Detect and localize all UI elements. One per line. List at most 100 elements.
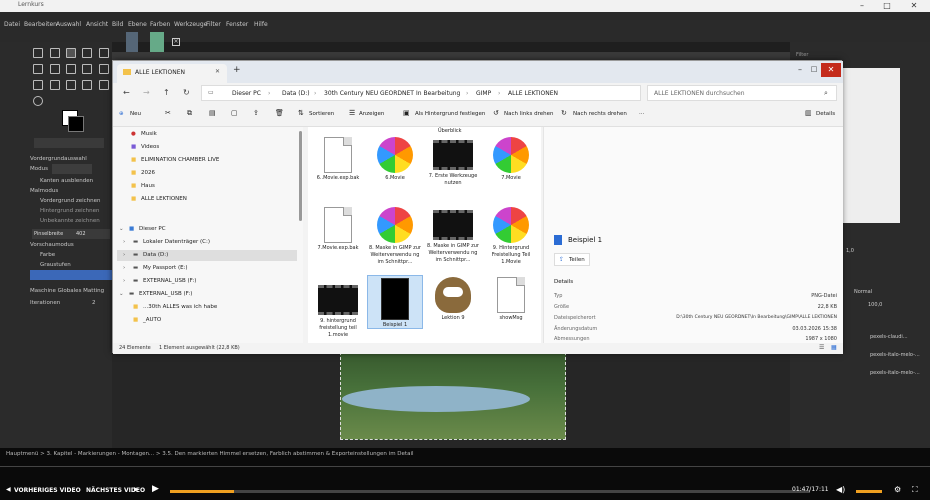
file-item[interactable]: 8. Maske in GIMP zur Weiterverwendu ng i… bbox=[367, 207, 423, 266]
rename-icon[interactable]: ▢ bbox=[231, 109, 238, 117]
warp-tool-icon[interactable] bbox=[66, 64, 76, 74]
nav-item[interactable]: EXTERNAL_USB (F:) bbox=[139, 291, 192, 297]
layer-row[interactable]: pexels-claudi... bbox=[842, 330, 930, 344]
chevron-down-icon[interactable]: ⌄ bbox=[119, 226, 124, 232]
volume-slider[interactable] bbox=[856, 490, 882, 493]
search-field[interactable]: ALLE LEKTIONEN durchsuchen ⌕ bbox=[647, 85, 837, 101]
nav-item[interactable]: Lokaler Datenträger (C:) bbox=[143, 239, 210, 245]
image-tab-thumb[interactable] bbox=[150, 32, 164, 52]
progress-track[interactable] bbox=[170, 490, 810, 493]
layer-row[interactable]: pexels-italo-melo-... bbox=[842, 366, 930, 380]
preview-color-radio[interactable]: Farbe bbox=[40, 252, 55, 258]
draw-foreground-radio[interactable]: Vordergrund zeichnen bbox=[40, 198, 101, 204]
file-item-selected[interactable]: Beispiel 1 bbox=[367, 275, 423, 329]
breadcrumb-item[interactable]: 30th Century NEU GEORDNET bbox=[324, 90, 414, 97]
sort-button[interactable]: Sortieren bbox=[309, 111, 334, 117]
share-button[interactable]: ⇪ Teilen bbox=[554, 253, 590, 266]
chevron-right-icon[interactable]: › bbox=[123, 252, 125, 258]
nav-item[interactable]: Videos bbox=[141, 144, 159, 150]
up-icon[interactable]: ↑ bbox=[163, 88, 170, 97]
engine-select[interactable]: Maschine Globales Matting bbox=[30, 288, 104, 294]
details-button[interactable]: Details bbox=[816, 111, 835, 117]
rect-select-icon[interactable] bbox=[66, 48, 76, 58]
nav-item[interactable]: ELIMINATION CHAMBER LIVE bbox=[141, 157, 219, 163]
iterations-value[interactable]: 2 bbox=[92, 300, 96, 306]
draw-unknown-radio[interactable]: Unbekannte zeichnen bbox=[40, 218, 100, 224]
image-tab-thumb[interactable] bbox=[126, 32, 138, 52]
path-tool-icon[interactable] bbox=[82, 80, 92, 90]
new-tab-button[interactable]: + bbox=[233, 65, 241, 75]
menu-layer[interactable]: Ebene bbox=[128, 21, 147, 28]
more-options-button[interactable]: ··· bbox=[639, 111, 644, 117]
draw-background-radio[interactable]: Hintergrund zeichnen bbox=[40, 208, 99, 214]
menu-windows[interactable]: Fenster bbox=[226, 21, 248, 28]
chevron-right-icon[interactable]: › bbox=[123, 278, 125, 284]
breadcrumb-item[interactable]: In Bearbeitung bbox=[416, 90, 460, 97]
free-select-icon[interactable] bbox=[82, 48, 92, 58]
tile-view-icon[interactable]: ▦ bbox=[831, 344, 837, 351]
menu-filters[interactable]: Filter bbox=[206, 21, 221, 28]
chevron-right-icon[interactable]: › bbox=[123, 265, 125, 271]
breadcrumb-item[interactable]: Dieser PC bbox=[232, 90, 261, 97]
nav-scrollbar[interactable] bbox=[299, 131, 302, 221]
paste-icon[interactable]: ▤ bbox=[209, 109, 216, 117]
nav-item[interactable]: Musik bbox=[141, 131, 157, 137]
close-button[interactable]: ✕ bbox=[900, 0, 928, 12]
nav-item[interactable]: Dieser PC bbox=[139, 226, 166, 232]
previous-video-button[interactable]: VORHERIGES VIDEO bbox=[14, 487, 81, 494]
file-item[interactable]: 9. Hintergrund Freistellung Teil 1.Movie bbox=[483, 207, 539, 266]
menu-tools[interactable]: Werkzeuge bbox=[174, 21, 207, 28]
zoom-tool-icon[interactable] bbox=[33, 96, 43, 106]
set-background-button[interactable]: Als Hintergrund festlegen bbox=[415, 111, 485, 117]
nav-item[interactable]: ALLE LEKTIONEN bbox=[141, 196, 187, 202]
copy-icon[interactable]: ⧉ bbox=[187, 109, 192, 118]
maximize-button[interactable]: □ bbox=[873, 0, 901, 12]
layer-mode-select[interactable]: Normal bbox=[854, 289, 872, 295]
file-item[interactable]: Lektion 9 bbox=[425, 277, 481, 322]
tab-alle-lektionen[interactable]: ALLE LEKTIONEN ✕ bbox=[117, 64, 227, 83]
menu-view[interactable]: Ansicht bbox=[86, 21, 108, 28]
file-item[interactable]: 7.Movie bbox=[483, 137, 539, 182]
menu-colors[interactable]: Farben bbox=[150, 21, 170, 28]
forward-icon[interactable]: → bbox=[143, 88, 150, 97]
fullscreen-icon[interactable]: ⛶ bbox=[912, 485, 918, 495]
cut-icon[interactable]: ✂ bbox=[165, 109, 171, 117]
stroke-width-slider[interactable]: Pinselbreite 402 bbox=[32, 229, 110, 239]
file-item[interactable]: 7. Erste Werkzeuge nutzen bbox=[425, 137, 481, 187]
menu-edit[interactable]: Bearbeiten bbox=[24, 21, 57, 28]
nav-item[interactable]: My Passport (E:) bbox=[143, 265, 188, 271]
crop-tool-icon[interactable] bbox=[33, 64, 43, 74]
mode-select[interactable] bbox=[52, 164, 92, 174]
volume-icon[interactable]: ◀) bbox=[836, 485, 845, 494]
menu-file[interactable]: Datei bbox=[4, 21, 20, 28]
nav-item[interactable]: ...30th ALLES was ich habe bbox=[143, 304, 217, 310]
smudge-tool-icon[interactable] bbox=[66, 80, 76, 90]
breadcrumb[interactable]: ▭ Dieser PC › Data (D:) › 30th Century N… bbox=[201, 85, 641, 101]
new-button[interactable]: Neu bbox=[130, 111, 141, 117]
file-item[interactable]: 7.Movie.exp.bak bbox=[310, 207, 366, 252]
file-item[interactable]: showMsg bbox=[483, 277, 539, 322]
hide-edges-checkbox[interactable]: Kanten ausblenden bbox=[40, 178, 93, 184]
delete-icon[interactable]: 🗑 bbox=[275, 109, 284, 117]
refresh-icon[interactable]: ↻ bbox=[183, 88, 190, 97]
close-icon[interactable]: × bbox=[172, 38, 180, 46]
clone-tool-icon[interactable] bbox=[50, 80, 60, 90]
nav-item[interactable]: EXTERNAL_USB (F:) bbox=[143, 278, 196, 284]
bucket-tool-icon[interactable] bbox=[82, 64, 92, 74]
nav-item[interactable]: Haus bbox=[141, 183, 155, 189]
transform-tool-icon[interactable] bbox=[50, 64, 60, 74]
tool-options-tabs[interactable] bbox=[34, 138, 104, 148]
preview-gray-radio[interactable]: Graustufen bbox=[40, 262, 71, 268]
close-button[interactable]: ✕ bbox=[821, 63, 841, 77]
breadcrumb-item[interactable]: GIMP bbox=[476, 90, 491, 97]
align-tool-icon[interactable] bbox=[50, 48, 60, 58]
chevron-right-icon[interactable]: › bbox=[123, 239, 125, 245]
rotate-right-button[interactable]: Nach rechts drehen bbox=[573, 111, 627, 117]
nav-item[interactable]: 2026 bbox=[141, 170, 155, 176]
fuzzy-select-icon[interactable] bbox=[99, 48, 109, 58]
minimize-button[interactable]: – bbox=[848, 0, 876, 12]
eraser-tool-icon[interactable] bbox=[99, 64, 109, 74]
layer-row[interactable]: pexels-italo-melo-... bbox=[842, 348, 930, 362]
nav-item-selected[interactable]: Data (D:) bbox=[143, 252, 168, 258]
menu-help[interactable]: Hilfe bbox=[254, 21, 268, 28]
